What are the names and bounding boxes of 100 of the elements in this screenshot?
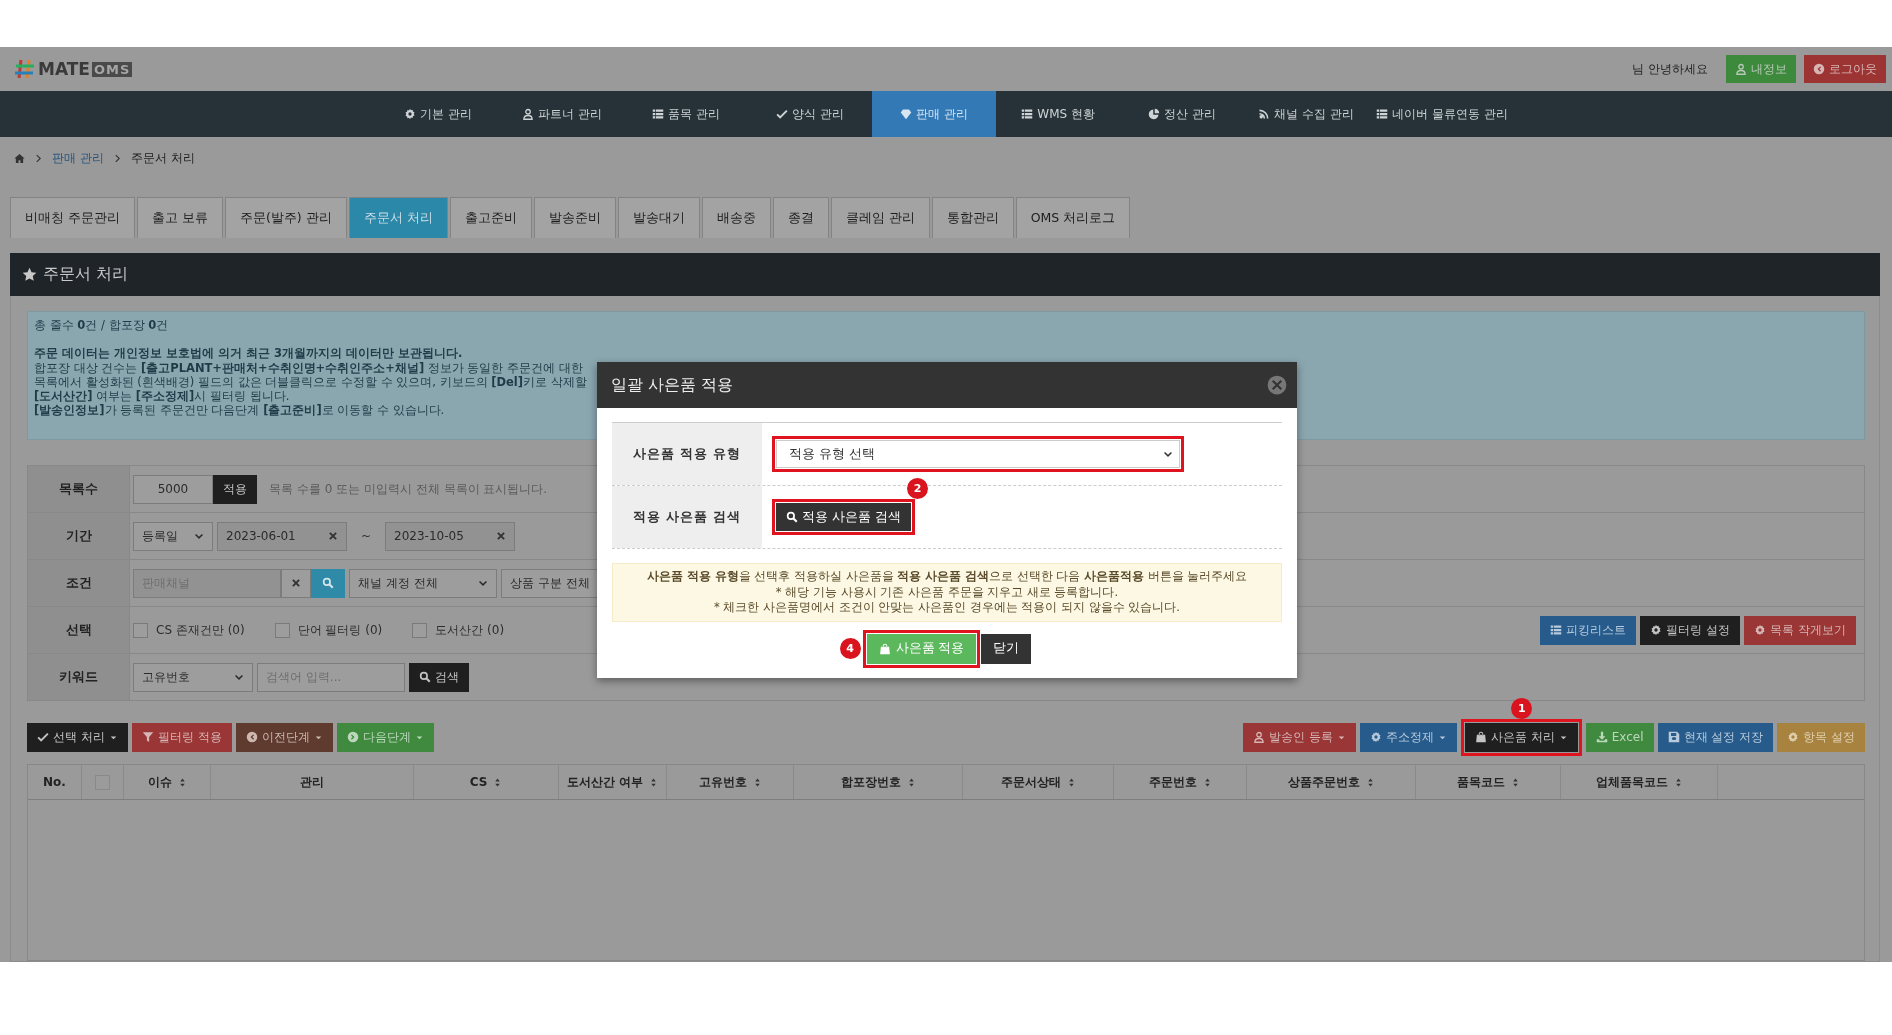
toolbar-button[interactable]: 현재 설정 저장 [1657, 722, 1774, 752]
gift-search-button[interactable]: 적용 사은품 검색 [776, 503, 911, 531]
tab[interactable]: 발송대기 [617, 197, 700, 238]
toolbar-button[interactable]: 이전단계 [235, 722, 333, 752]
nav-item[interactable]: 채널 수집 관리 [1244, 91, 1369, 137]
count-field[interactable]: 5000 [133, 474, 213, 504]
filter-label: 기간 [28, 513, 130, 559]
nav-item[interactable]: 품목 관리 [624, 91, 749, 137]
tab[interactable]: OMS 처리로그 [1015, 197, 1131, 238]
close-button[interactable] [1267, 375, 1287, 395]
keyword-type-select[interactable]: 고유번호 [133, 662, 253, 692]
column-header[interactable]: 주문번호 [1114, 765, 1247, 799]
star-icon [22, 267, 37, 282]
user-icon [1735, 63, 1747, 75]
column-header[interactable]: CS [414, 765, 559, 799]
checkbox-label: 도서산간 (0) [435, 621, 505, 639]
filter-action-button[interactable]: 목록 작게보기 [1744, 615, 1856, 645]
panel-title: 주문서 처리 [43, 264, 129, 285]
checkbox[interactable] [274, 622, 290, 638]
download-icon [1595, 731, 1608, 743]
column-header[interactable]: 고유번호 [667, 765, 794, 799]
checkbox[interactable] [412, 622, 428, 638]
diamond-icon [900, 108, 913, 120]
tab[interactable]: 출고 보류 [137, 197, 223, 238]
column-header[interactable]: 도서산간 여부 [559, 765, 667, 799]
chevron-down-icon [1163, 449, 1173, 459]
apply-button[interactable]: 적용 [213, 474, 257, 504]
info-note: 주문 데이터는 개인정보 보호법에 의거 최근 3개월까지의 데이터만 보관됩니다. [34, 346, 463, 361]
nav-item[interactable]: 파트너 관리 [500, 91, 625, 137]
tab[interactable]: 발송준비 [533, 197, 616, 238]
nav-item[interactable]: 네이버 물류연동 관리 [1368, 91, 1516, 137]
info-note: [도서산간] 여부는 [주소정제]시 필터링 됩니다. [34, 389, 290, 404]
date-field[interactable]: 2023-06-01 [217, 521, 347, 551]
logout-button[interactable]: 로그아웃 [1804, 55, 1886, 83]
column-header[interactable]: 품목코드 [1416, 765, 1561, 799]
tab[interactable]: 종결 [772, 197, 829, 238]
gear-icon [404, 108, 417, 120]
user-icon [1253, 731, 1266, 743]
circle-arrow-left-icon [245, 731, 258, 743]
modal-title: 일괄 사은품 적용 [611, 374, 734, 396]
close-button[interactable]: 닫기 [981, 633, 1032, 664]
list-icon [1550, 624, 1563, 636]
bag-icon [1474, 731, 1487, 743]
tab[interactable]: 주문서 처리 [348, 197, 448, 238]
toolbar-button[interactable]: 선택 처리 [27, 722, 128, 752]
notice-text: * 해당 기능 사용시 기존 사은품 주문을 지우고 새로 등록합니다. [774, 584, 1120, 600]
filter-label: 키워드 [28, 654, 130, 700]
filter-action-button[interactable]: 피킹리스트 [1540, 615, 1637, 645]
nav-item[interactable]: 기본 관리 [376, 91, 501, 137]
column-header[interactable]: 상품주문번호 [1247, 765, 1416, 799]
column-header[interactable]: No. [28, 765, 82, 799]
tab[interactable]: 배송중 [701, 197, 771, 238]
column-header[interactable]: 이슈 [124, 765, 211, 799]
search-button[interactable]: 검색 [409, 662, 469, 692]
toolbar-button[interactable]: 주소정제 [1359, 722, 1457, 752]
tab[interactable]: 클레임 관리 [830, 197, 930, 238]
tab[interactable]: 주문(발주) 관리 [224, 197, 347, 238]
gear-icon [1369, 731, 1382, 743]
tab[interactable]: 통합관리 [931, 197, 1014, 238]
clear-button[interactable] [281, 568, 311, 598]
search-button[interactable] [311, 568, 345, 598]
check-icon [776, 108, 789, 120]
account-select[interactable]: 채널 계정 전체 [349, 568, 497, 598]
user-icon [522, 108, 535, 120]
column-header[interactable]: 업체품목코드 [1561, 765, 1718, 799]
info-note: 목록에서 활성화된 (흰색배경) 필드의 값은 더블클릭으로 수정할 수 있으며, 키보드의 [Del]키로 삭제할 [34, 374, 587, 390]
nav-item[interactable]: 양식 관리 [748, 91, 873, 137]
nav-item[interactable]: WMS 현황 [996, 91, 1121, 137]
hint-text: 목록 수를 0 또는 미입력시 전체 목록이 표시됩니다. [269, 480, 548, 498]
column-header[interactable]: 관리 [211, 765, 414, 799]
breadcrumb-link[interactable]: 판매 관리 [52, 150, 104, 167]
tab[interactable]: 비매칭 주문관리 [10, 197, 135, 238]
checkbox[interactable] [133, 622, 148, 638]
list-icon [1376, 108, 1389, 120]
toolbar-button[interactable]: 사은품 처리 [1464, 722, 1578, 752]
date-field[interactable]: 2023-10-05 [385, 521, 516, 551]
circle-arrow-right-icon [346, 731, 359, 743]
toolbar-button[interactable]: 발송인 등록 [1243, 722, 1356, 752]
apply-type-select[interactable]: 적용 유형 선택 [776, 440, 1180, 468]
gear-icon [1650, 624, 1663, 636]
bag-icon [878, 642, 891, 655]
toolbar-button[interactable]: 필터링 적용 [131, 722, 232, 752]
info-note: [발송인정보]가 등록된 주문건만 다음단계 [출고준비]로 이동할 수 있습니다. [34, 403, 445, 418]
column-header[interactable]: 합포장번호 [794, 765, 963, 799]
gear-icon [1754, 624, 1767, 636]
nav-item[interactable]: 판매 관리 [872, 91, 997, 137]
range-separator: ~ [361, 529, 372, 543]
chevron-right-icon [33, 153, 44, 164]
checkbox-label: 단어 필터링 (0) [297, 621, 383, 639]
date-type-select[interactable]: 등록일 [133, 521, 213, 551]
logo-text: MATE [38, 59, 90, 79]
search-icon [322, 577, 334, 589]
tab[interactable]: 출고준비 [449, 197, 532, 238]
check-icon [37, 731, 49, 743]
nav-item[interactable]: 정산 관리 [1120, 91, 1245, 137]
filter-icon [141, 731, 154, 743]
column-header[interactable]: 주문서상태 [963, 765, 1114, 799]
step-marker: 1 [1511, 697, 1533, 719]
filter-action-button[interactable]: 필터링 설정 [1640, 615, 1741, 645]
step-marker: 4 [839, 637, 861, 659]
